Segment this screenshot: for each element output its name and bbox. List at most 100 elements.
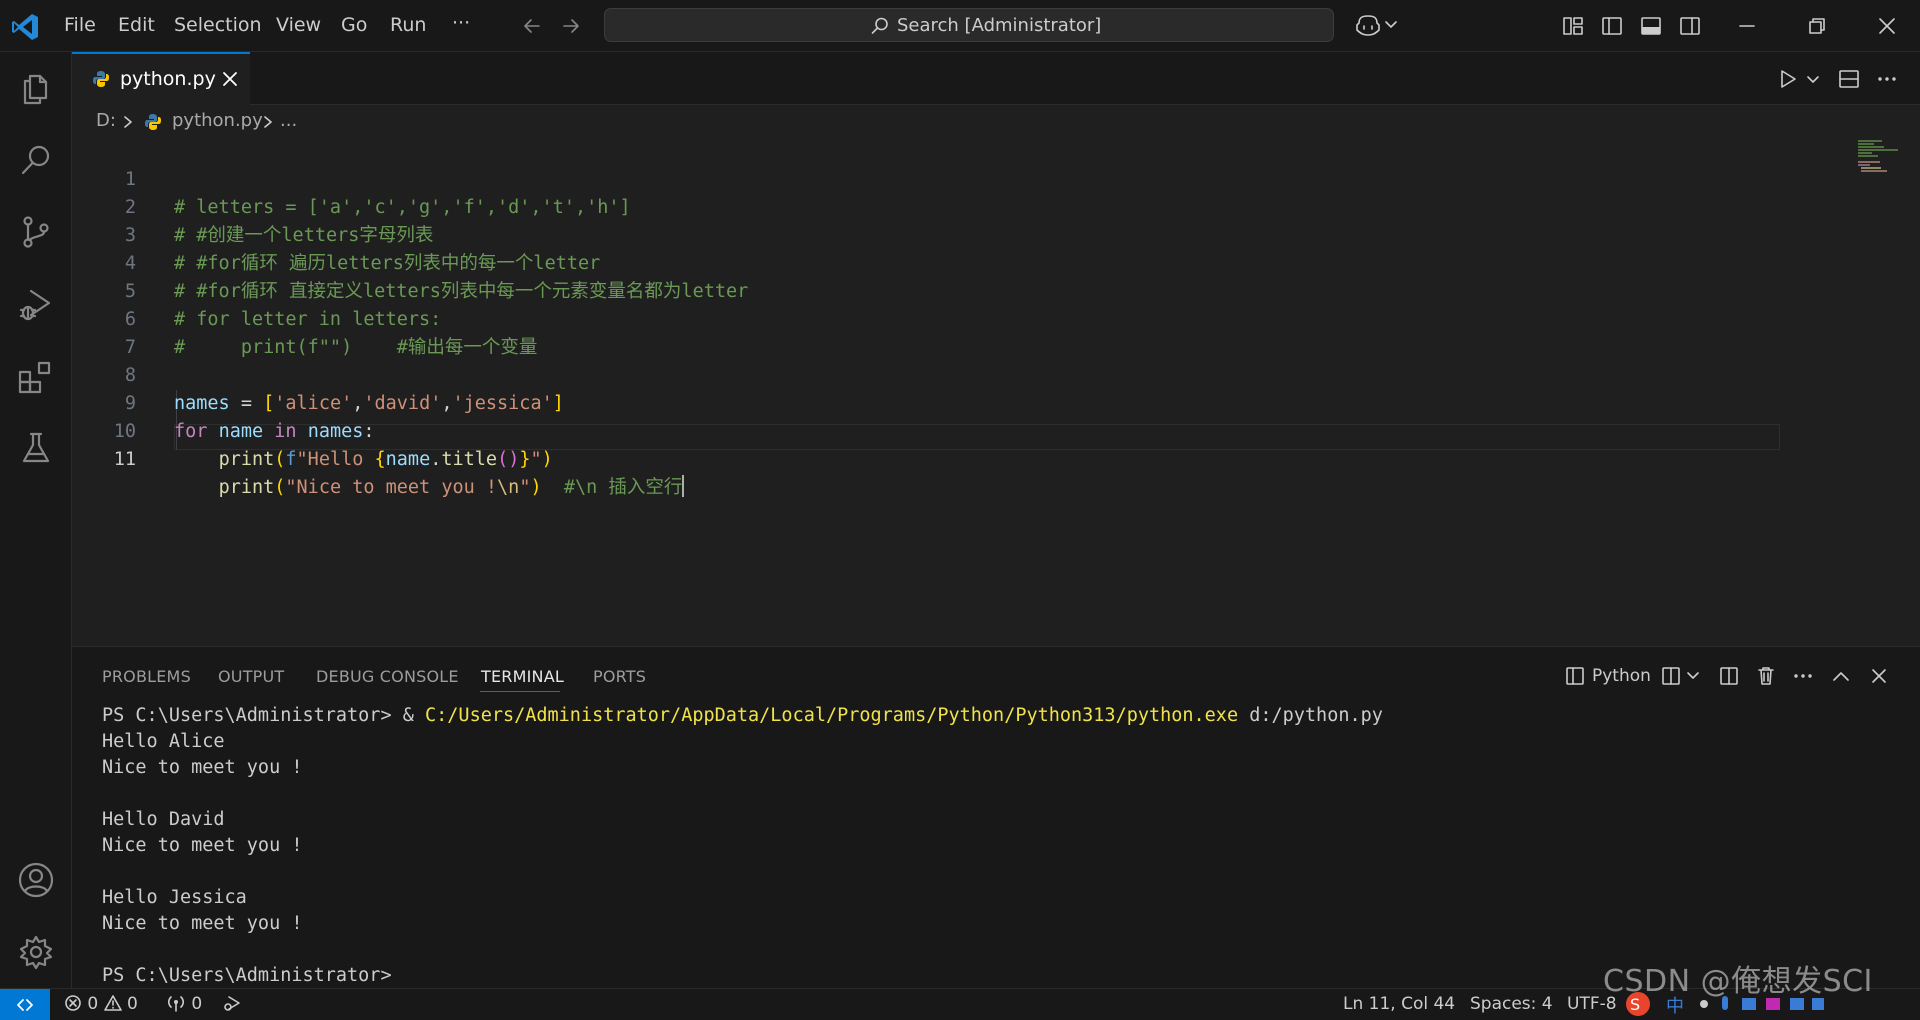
maximize-panel-icon[interactable] (1830, 665, 1852, 687)
terminal-command-line: PS C:\Users\Administrator> & C:/Users/Ad… (102, 703, 1882, 729)
code-line: 1 # letters = ['a','c','g','f','d','t','… (72, 138, 1772, 218)
tab-debug-console[interactable]: DEBUG CONSOLE (316, 667, 459, 686)
terminal-line: Hello Jessica (102, 887, 247, 908)
tab-label: python.py (120, 68, 216, 90)
error-icon (65, 995, 81, 1011)
trash-icon[interactable] (1755, 665, 1777, 687)
toggle-panel-icon[interactable] (1640, 15, 1662, 37)
menu-go[interactable]: Go (341, 14, 367, 36)
menu-view[interactable]: View (276, 14, 321, 36)
menu-file[interactable]: File (64, 14, 96, 36)
watermark: CSDN @俺想发SCI (1603, 964, 1873, 999)
remote-icon (17, 999, 33, 1011)
indentation-status[interactable]: Spaces: 4 (1470, 994, 1553, 1014)
minimap[interactable] (1858, 138, 1920, 178)
explorer-icon[interactable] (16, 68, 56, 108)
breadcrumb-symbols[interactable]: ... (280, 110, 297, 131)
ports-count: 0 (191, 994, 203, 1014)
terminal-profile-label[interactable]: Python (1592, 666, 1651, 686)
python-file-icon (145, 114, 161, 130)
tab-problems[interactable]: PROBLEMS (102, 667, 191, 686)
terminal-output[interactable]: PS C:\Users\Administrator> & C:/Users/Ad… (102, 703, 1882, 989)
command-center-label: Search [Administrator] (897, 15, 1102, 36)
editor-tab-bar: python.py (72, 52, 1920, 105)
more-actions-icon[interactable] (1792, 665, 1814, 687)
terminal-command-arg: d:/python.py (1238, 705, 1383, 726)
run-and-debug-icon[interactable] (16, 284, 56, 324)
terminal-prompt: PS C:\Users\Administrator> (102, 705, 403, 726)
extensions-icon[interactable] (16, 356, 56, 396)
debug-icon (224, 996, 240, 1011)
copilot-icon[interactable] (1355, 13, 1381, 37)
terminal-icon[interactable] (1564, 665, 1586, 687)
vscode-logo-icon (10, 12, 40, 42)
breadcrumb-file[interactable]: python.py (172, 110, 263, 131)
tab-terminal[interactable]: TERMINAL (481, 667, 564, 686)
chevron-down-icon[interactable] (1686, 671, 1700, 681)
terminal-line: Nice to meet you ! (102, 757, 303, 778)
code-editor[interactable]: 1 # letters = ['a','c','g','f','d','t','… (72, 138, 1920, 646)
code-line: 10 print(f"Hello {name.title()}") (72, 390, 1772, 470)
run-python-file-icon[interactable] (1778, 69, 1798, 89)
close-window-icon[interactable] (1877, 16, 1897, 36)
close-panel-icon[interactable] (1868, 665, 1890, 687)
breadcrumb-drive[interactable]: D: (96, 110, 116, 131)
toggle-secondary-sidebar-icon[interactable] (1679, 15, 1701, 37)
navigate-forward-icon[interactable] (559, 14, 583, 38)
tab-python-py[interactable]: python.py (72, 52, 250, 105)
remote-indicator[interactable] (0, 989, 50, 1020)
accounts-icon[interactable] (16, 860, 56, 900)
code-line: 8 names = ['alice','david','jessica'] (72, 334, 1772, 414)
chevron-down-icon[interactable] (1384, 20, 1398, 30)
debug-status[interactable] (222, 994, 242, 1014)
title-bar: File Edit Selection View Go Run ··· Sear… (0, 0, 1920, 52)
split-panel-icon[interactable] (1718, 665, 1740, 687)
command-center-search[interactable]: Search [Administrator] (604, 8, 1334, 42)
tab-ports[interactable]: PORTS (593, 667, 646, 686)
menu-selection[interactable]: Selection (174, 14, 262, 36)
search-icon[interactable] (16, 140, 56, 180)
split-editor-icon[interactable] (1838, 68, 1860, 90)
cursor-position[interactable]: Ln 11, Col 44 (1343, 994, 1455, 1014)
code-line: 11 print("Nice to meet you !\n") #\n 插入空… (72, 418, 1772, 498)
restore-icon[interactable] (1807, 16, 1827, 36)
line-number: 11 (113, 449, 136, 470)
manage-gear-icon[interactable] (16, 932, 56, 972)
code-line: 6 # print(f"") #输出每一个变量 (72, 278, 1772, 358)
text-cursor (682, 475, 685, 497)
chevron-right-icon (124, 116, 132, 128)
minimize-icon[interactable] (1737, 16, 1757, 36)
menu-run[interactable]: Run (390, 14, 426, 36)
close-icon[interactable] (222, 71, 238, 87)
menu-more[interactable]: ··· (452, 12, 470, 34)
more-actions-icon[interactable] (1876, 68, 1898, 90)
code-line: 3 # #for循环 遍历letters列表中的每一个letter (72, 194, 1772, 274)
search-icon (870, 16, 890, 36)
code-line: 7 (72, 306, 1772, 358)
code-line: 4 # #for循环 直接定义letters列表中每一个元素变量名都为lette… (72, 222, 1772, 302)
terminal-line: Nice to meet you ! (102, 835, 303, 856)
ports-status[interactable]: 0 (166, 994, 202, 1014)
menu-edit[interactable]: Edit (118, 14, 155, 36)
testing-icon[interactable] (16, 428, 56, 468)
active-tab-indicator (480, 691, 560, 692)
problems-status[interactable]: 0 0 (64, 994, 138, 1014)
tab-output[interactable]: OUTPUT (218, 667, 284, 686)
toggle-primary-sidebar-icon[interactable] (1601, 15, 1623, 37)
navigate-back-icon[interactable] (520, 14, 544, 38)
warning-icon (103, 995, 122, 1011)
code-line: 2 # #创建一个letters字母列表 (72, 166, 1772, 246)
customize-layout-icon[interactable] (1562, 15, 1584, 37)
chevron-down-icon[interactable] (1806, 75, 1820, 85)
source-control-icon[interactable] (16, 212, 56, 252)
code-line: 5 # for letter in letters: (72, 250, 1772, 330)
split-terminal-icon[interactable] (1660, 665, 1682, 687)
terminal-line: Hello David (102, 809, 225, 830)
code-text: print(f"Hello {name.title()}") (218, 449, 553, 470)
python-file-icon (92, 70, 110, 88)
error-count: 0 (87, 994, 99, 1014)
bottom-panel: PROBLEMS OUTPUT DEBUG CONSOLE TERMINAL P… (72, 646, 1920, 988)
code-text: print("Nice to meet you !\n") #\n 插入空行 (218, 475, 685, 498)
